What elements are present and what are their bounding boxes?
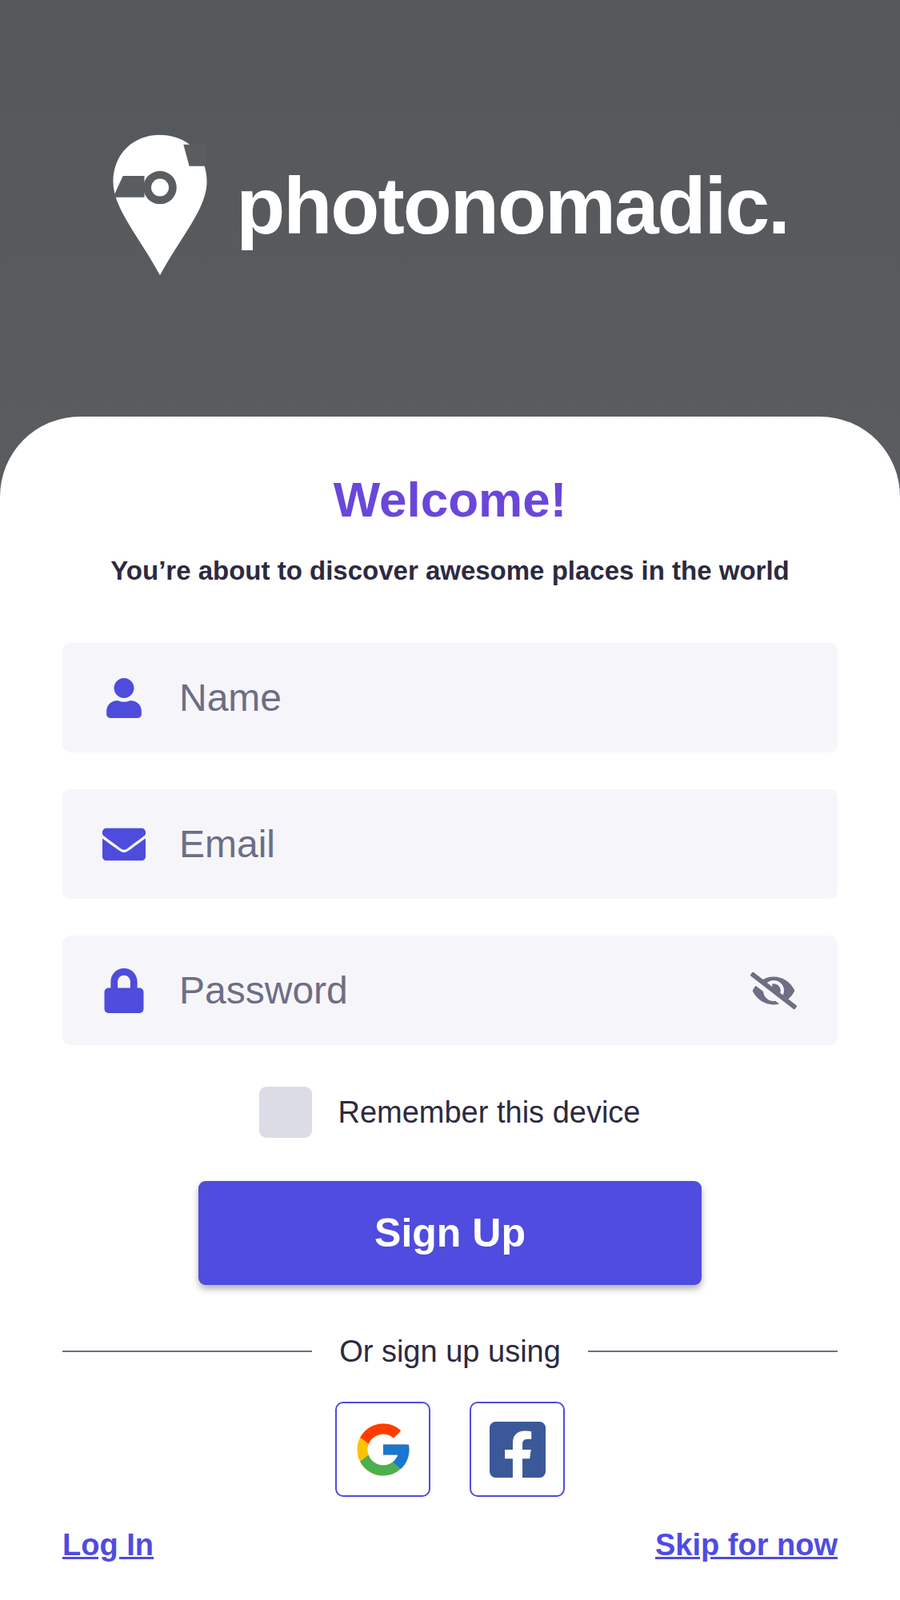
- name-input[interactable]: [177, 675, 801, 721]
- toggle-visibility-button[interactable]: [746, 964, 801, 1019]
- password-field: [62, 936, 838, 1046]
- facebook-icon: [485, 1418, 550, 1483]
- signup-button[interactable]: Sign Up: [198, 1181, 702, 1286]
- password-input[interactable]: [177, 968, 718, 1014]
- divider: Or sign up using: [62, 1333, 838, 1371]
- facebook-button[interactable]: [469, 1402, 565, 1498]
- header-photo: photonomadic.: [0, 0, 900, 417]
- signup-page: photonomadic. Welcome! You’re about to dis…: [0, 0, 900, 1600]
- divider-line: [62, 1351, 312, 1353]
- social-row: [335, 1402, 565, 1498]
- divider-line: [588, 1351, 838, 1353]
- skip-link[interactable]: Skip for now: [655, 1527, 838, 1564]
- email-field: [62, 789, 838, 900]
- welcome-subtitle: You’re about to discover awesome places …: [110, 555, 789, 588]
- signup-card: Welcome! You’re about to discover awesome…: [0, 416, 900, 1600]
- form-fields: [62, 643, 838, 1046]
- remember-row[interactable]: Remember this device: [259, 1087, 640, 1139]
- google-button[interactable]: [335, 1402, 431, 1498]
- logo-text: photonomadic.: [236, 161, 789, 250]
- welcome-title: Welcome!: [333, 470, 568, 530]
- envelope-icon: [102, 823, 146, 867]
- remember-label: Remember this device: [337, 1096, 640, 1131]
- logo-icon: [111, 132, 209, 278]
- eye-off-icon: [750, 968, 797, 1015]
- name-field: [62, 643, 838, 753]
- links-row: Log In Skip for now: [62, 1527, 838, 1564]
- lock-icon: [101, 968, 147, 1014]
- logo: photonomadic.: [111, 132, 789, 278]
- divider-text: Or sign up using: [339, 1333, 561, 1371]
- email-input[interactable]: [177, 821, 801, 868]
- user-icon: [104, 678, 144, 719]
- google-icon: [352, 1419, 415, 1482]
- field-icon-box: [99, 820, 149, 870]
- remember-checkbox[interactable]: [259, 1087, 312, 1139]
- field-icon-box: [99, 966, 149, 1016]
- field-icon-box: [99, 673, 149, 724]
- login-link[interactable]: Log In: [62, 1527, 154, 1564]
